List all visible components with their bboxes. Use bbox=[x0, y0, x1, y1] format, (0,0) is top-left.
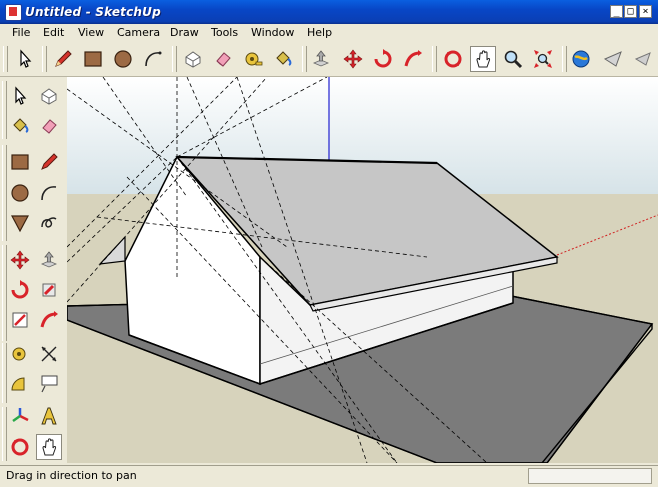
follow-me-icon[interactable] bbox=[400, 46, 426, 72]
left-toolbar bbox=[0, 77, 68, 463]
freehand-icon[interactable] bbox=[36, 210, 62, 236]
menu-view[interactable]: View bbox=[78, 26, 104, 39]
menu-file[interactable]: File bbox=[12, 26, 30, 39]
protractor-icon[interactable] bbox=[7, 371, 33, 397]
menu-help[interactable]: Help bbox=[307, 26, 332, 39]
paint-bucket-icon[interactable] bbox=[270, 46, 296, 72]
rotate-icon[interactable] bbox=[7, 277, 33, 303]
circle-icon[interactable] bbox=[110, 46, 136, 72]
menu-camera[interactable]: Camera bbox=[117, 26, 160, 39]
zoom-icon[interactable] bbox=[500, 46, 526, 72]
toolbar-separator bbox=[172, 46, 177, 72]
line-icon[interactable] bbox=[36, 149, 62, 175]
viewport-canvas bbox=[67, 77, 658, 463]
status-message: Drag in direction to pan bbox=[6, 469, 137, 482]
pan-icon[interactable] bbox=[470, 46, 496, 72]
3d-text-icon[interactable] bbox=[36, 403, 62, 429]
maximize-button[interactable]: □ bbox=[624, 5, 637, 18]
orbit-icon[interactable] bbox=[440, 46, 466, 72]
make-component-icon[interactable] bbox=[180, 46, 206, 72]
toolbar-overflow-icon[interactable] bbox=[630, 46, 656, 72]
select-icon[interactable] bbox=[12, 46, 38, 72]
menu-draw[interactable]: Draw bbox=[170, 26, 199, 39]
toolbar-separator bbox=[562, 46, 567, 72]
component-icon[interactable] bbox=[36, 83, 62, 109]
arc-icon[interactable] bbox=[140, 46, 166, 72]
arc-icon[interactable] bbox=[36, 180, 62, 206]
menu-tools[interactable]: Tools bbox=[211, 26, 238, 39]
minimize-button[interactable]: _ bbox=[610, 5, 623, 18]
toolbar-separator bbox=[42, 46, 47, 72]
pencil-icon[interactable] bbox=[50, 46, 76, 72]
axes-icon[interactable] bbox=[7, 403, 33, 429]
tape-measure-icon[interactable] bbox=[240, 46, 266, 72]
menu-window[interactable]: Window bbox=[251, 26, 294, 39]
rectangle-icon[interactable] bbox=[80, 46, 106, 72]
toolbar-separator bbox=[432, 46, 437, 72]
main-toolbar bbox=[0, 42, 658, 77]
sketchup-app-icon[interactable] bbox=[5, 4, 22, 21]
offset-icon[interactable] bbox=[36, 307, 62, 333]
tape-measure-icon[interactable] bbox=[7, 341, 33, 367]
status-bar: Drag in direction to pan bbox=[0, 465, 658, 487]
share-model-icon[interactable] bbox=[600, 46, 626, 72]
pan-icon[interactable] bbox=[36, 434, 62, 460]
move-icon[interactable] bbox=[7, 247, 33, 273]
rotate-icon[interactable] bbox=[370, 46, 396, 72]
menu-edit[interactable]: Edit bbox=[43, 26, 64, 39]
title-bar[interactable]: Untitled - SketchUp _ □ × bbox=[0, 0, 658, 24]
model-viewport[interactable] bbox=[67, 77, 658, 463]
toolbar-grip[interactable] bbox=[3, 46, 8, 72]
circle-icon[interactable] bbox=[7, 180, 33, 206]
scale-icon[interactable] bbox=[7, 307, 33, 333]
window-title: Untitled - SketchUp bbox=[25, 5, 161, 19]
close-button[interactable]: × bbox=[639, 5, 652, 18]
select-icon[interactable] bbox=[7, 83, 33, 109]
paint-bucket-icon[interactable] bbox=[7, 113, 33, 139]
sketchup-window: Untitled - SketchUp _ □ × File Edit View… bbox=[0, 0, 658, 487]
move-icon[interactable] bbox=[340, 46, 366, 72]
zoom-extents-icon[interactable] bbox=[530, 46, 556, 72]
get-models-icon[interactable] bbox=[568, 46, 594, 72]
polygon-icon[interactable] bbox=[7, 210, 33, 236]
measurements-box[interactable] bbox=[528, 468, 652, 484]
orbit-icon[interactable] bbox=[7, 434, 33, 460]
dimension-icon[interactable] bbox=[36, 341, 62, 367]
text-icon[interactable] bbox=[36, 371, 62, 397]
toolbar-separator bbox=[302, 46, 307, 72]
eraser-icon[interactable] bbox=[36, 113, 62, 139]
rectangle-icon[interactable] bbox=[7, 149, 33, 175]
eraser-icon[interactable] bbox=[210, 46, 236, 72]
push-pull-icon[interactable] bbox=[36, 247, 62, 273]
menu-bar: File Edit View Camera Draw Tools Window … bbox=[0, 24, 658, 42]
follow-me-icon[interactable] bbox=[36, 277, 62, 303]
push-pull-icon[interactable] bbox=[308, 46, 334, 72]
